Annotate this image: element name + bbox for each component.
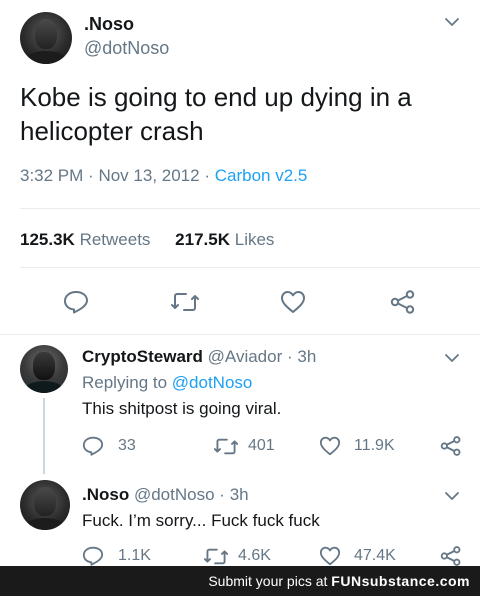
divider	[20, 267, 480, 268]
likes-count: 217.5K	[175, 230, 230, 249]
reply-header: .Noso @dotNoso · 3h	[82, 485, 249, 505]
reply-icon[interactable]	[82, 436, 104, 456]
author-display-name[interactable]: .Noso	[84, 14, 134, 35]
chevron-down-icon[interactable]	[444, 488, 460, 504]
avatar[interactable]	[20, 480, 70, 530]
tweet-meta: 3:32 PM · Nov 13, 2012 · Carbon v2.5	[20, 166, 307, 186]
replying-to: Replying to @dotNoso	[82, 373, 252, 393]
reply-handle[interactable]: @dotNoso	[134, 485, 215, 504]
divider	[0, 334, 480, 335]
reply-count: 33	[118, 437, 136, 454]
retweet-count: 401	[248, 437, 275, 454]
reply-count: 1.1K	[118, 547, 151, 564]
heart-icon[interactable]	[319, 546, 341, 566]
tweet-text-line-2: helicopter crash	[20, 116, 204, 146]
avatar-shoulders	[22, 381, 66, 393]
reply-handle[interactable]: @Aviador	[208, 347, 283, 366]
avatar-shoulders	[23, 51, 69, 64]
retweets-count: 125.3K	[20, 230, 75, 249]
reply-display-name[interactable]: CryptoSteward	[82, 347, 203, 366]
heart-icon[interactable]	[319, 436, 341, 456]
retweets-label: Retweets	[79, 230, 151, 249]
tweet-stats: 125.3K Retweets 217.5K Likes	[20, 230, 274, 250]
reply-age: 3h	[229, 485, 249, 504]
divider	[20, 208, 480, 209]
heart-icon[interactable]	[280, 290, 306, 314]
tweet-time: 3:32 PM	[20, 166, 84, 185]
reply-icon[interactable]	[82, 546, 104, 566]
replying-to-label: Replying to	[82, 373, 168, 392]
reply-header: CryptoSteward @Aviador · 3h	[82, 347, 316, 367]
likes-label: Likes	[234, 230, 275, 249]
tweet-date[interactable]: Nov 13, 2012	[98, 166, 199, 185]
reply-age: 3h	[297, 347, 317, 366]
share-icon[interactable]	[440, 546, 462, 566]
retweet-icon[interactable]	[171, 291, 199, 313]
likes-stat[interactable]: 217.5K Likes	[175, 230, 274, 249]
reply-icon[interactable]	[63, 290, 89, 314]
reply-display-name[interactable]: .Noso	[82, 485, 129, 504]
reply-text: Fuck. I’m sorry... Fuck fuck fuck	[82, 511, 320, 530]
retweet-icon[interactable]	[214, 437, 238, 456]
tweet-text-line-1: Kobe is going to end up dying in a	[20, 82, 412, 112]
avatar[interactable]	[20, 12, 72, 64]
watermark-banner: Submit your pics at FUNsubstance.com	[0, 566, 480, 596]
meta-separator: ·	[219, 485, 225, 504]
avatar-face	[33, 351, 55, 380]
share-icon[interactable]	[390, 290, 416, 314]
chevron-down-icon[interactable]	[444, 350, 460, 366]
watermark-brand: FUNsubstance.com	[331, 573, 470, 589]
meta-separator: ·	[204, 166, 210, 185]
share-icon[interactable]	[440, 436, 462, 456]
like-count: 11.9K	[354, 437, 395, 454]
avatar-face	[34, 487, 56, 516]
reply-text: This shitpost is going viral.	[82, 399, 282, 418]
replying-to-handle[interactable]: @dotNoso	[172, 373, 253, 392]
thread-line	[43, 398, 45, 474]
avatar-face	[34, 19, 58, 50]
retweet-icon[interactable]	[204, 547, 228, 566]
like-count: 47.4K	[354, 547, 396, 564]
avatar[interactable]	[20, 345, 68, 393]
chevron-down-icon[interactable]	[444, 14, 460, 30]
watermark-prefix: Submit your pics at	[208, 573, 328, 589]
avatar-shoulders	[23, 517, 67, 530]
retweets-stat[interactable]: 125.3K Retweets	[20, 230, 155, 249]
tweet-source-link[interactable]: Carbon v2.5	[215, 166, 308, 185]
watermark-text: Submit your pics at FUNsubstance.com	[208, 573, 470, 589]
meta-separator: ·	[286, 347, 293, 366]
author-handle[interactable]: @dotNoso	[84, 38, 169, 59]
meta-separator: ·	[88, 166, 94, 185]
retweet-count: 4.6K	[238, 547, 271, 564]
